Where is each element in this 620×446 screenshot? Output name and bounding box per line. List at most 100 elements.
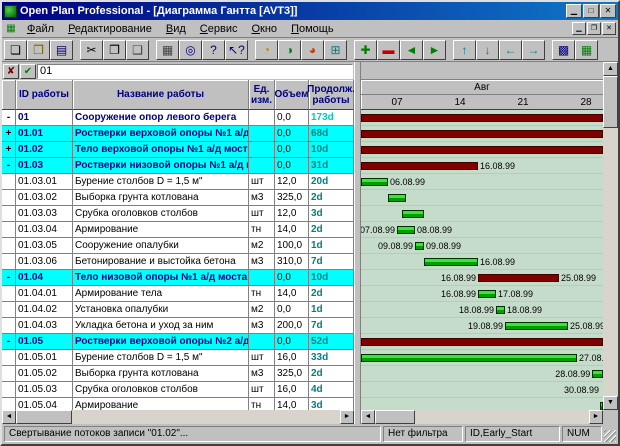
cancel-edit-button[interactable]: ✘ xyxy=(3,64,19,79)
spreadsheet-button[interactable]: ▦ xyxy=(575,40,598,60)
gantt-hscrollbar[interactable]: ◄ ► xyxy=(361,410,603,424)
table-row[interactable]: +01.02Тело верховой опоры №1 а/д моста0,… xyxy=(2,142,354,158)
task-bar[interactable] xyxy=(402,210,425,218)
mdi-close-button[interactable]: ✕ xyxy=(602,22,616,35)
table-row[interactable]: -01.05Ростверки верховой опоры №2 а/д0,0… xyxy=(2,334,354,350)
scroll-left-view-button[interactable]: ← xyxy=(499,40,522,60)
resource-scheduling-button[interactable]: ◑ xyxy=(278,40,301,60)
menu-item[interactable]: Файл xyxy=(20,21,61,37)
unit-column-header[interactable]: Ед. изм. xyxy=(249,80,275,110)
copy-button[interactable]: ❐ xyxy=(103,40,126,60)
task-bar[interactable] xyxy=(424,258,478,266)
summary-bar[interactable] xyxy=(478,274,559,282)
collapse-button[interactable]: ▬ xyxy=(377,40,400,60)
task-bar[interactable] xyxy=(478,290,496,298)
scroll-left-button[interactable]: ◄ xyxy=(361,410,375,424)
pane-splitter[interactable] xyxy=(354,62,361,424)
table-row[interactable]: 01.03.02Выборка грунта котлованам3325,02… xyxy=(2,190,354,206)
paste-button[interactable]: ❑ xyxy=(126,40,149,60)
time-analysis-button[interactable]: ◔ xyxy=(255,40,278,60)
task-bar[interactable] xyxy=(361,178,388,186)
menu-item[interactable]: Вид xyxy=(159,21,193,37)
document-icon[interactable]: ▦ xyxy=(4,22,18,35)
task-bar[interactable] xyxy=(397,226,415,234)
menu-item[interactable]: Помощь xyxy=(284,21,341,37)
context-help-button[interactable]: ↖? xyxy=(225,40,248,60)
menu-item[interactable]: Сервис xyxy=(193,21,245,37)
table-row[interactable]: 01.05.03Срубка оголовков столбовшт16,04d xyxy=(2,382,354,398)
table-row[interactable]: -01Сооружение опор левого берега0,0173d xyxy=(2,110,354,126)
task-bar[interactable] xyxy=(388,194,406,202)
demote-button[interactable]: ► xyxy=(423,40,446,60)
duration-column-header[interactable]: Продолж. работы xyxy=(309,80,354,110)
table-row[interactable]: 01.03.03Срубка оголовков столбовшт12,03d xyxy=(2,206,354,222)
scroll-track[interactable] xyxy=(603,128,618,396)
marker-column-header[interactable] xyxy=(2,80,16,110)
summary-bar[interactable] xyxy=(361,114,603,122)
menu-item[interactable]: Редактирование xyxy=(61,21,159,37)
move-down-button[interactable]: ↓ xyxy=(476,40,499,60)
task-bar[interactable] xyxy=(415,242,424,250)
scroll-thumb[interactable] xyxy=(16,410,72,424)
table-row[interactable]: 01.03.05Сооружение опалубким2100,01d xyxy=(2,238,354,254)
table-hscrollbar[interactable]: ◄ ► xyxy=(2,410,354,424)
resize-grip[interactable] xyxy=(604,430,616,442)
scroll-thumb[interactable] xyxy=(375,410,415,424)
views-button[interactable]: ▩ xyxy=(552,40,575,60)
cut-button[interactable]: ✂ xyxy=(80,40,103,60)
task-bar[interactable] xyxy=(505,322,568,330)
table-row[interactable]: 01.03.04Армированиетн14,02d xyxy=(2,222,354,238)
scroll-right-view-button[interactable]: → xyxy=(522,40,545,60)
table-row[interactable]: 01.03.01Бурение столбов D = 1,5 м"шт12,0… xyxy=(2,174,354,190)
scroll-left-button[interactable]: ◄ xyxy=(2,410,16,424)
close-button[interactable]: ✕ xyxy=(600,4,616,18)
volume-column-header[interactable]: Объем xyxy=(275,80,309,110)
new-button[interactable]: ❏ xyxy=(4,40,27,60)
calculate-button[interactable]: ⊞ xyxy=(324,40,347,60)
move-up-button[interactable]: ↑ xyxy=(453,40,476,60)
scroll-up-button[interactable]: ▲ xyxy=(603,62,618,76)
accept-edit-button[interactable]: ✔ xyxy=(20,64,36,79)
mdi-restore-button[interactable]: ❐ xyxy=(587,22,601,35)
table-row[interactable]: 01.04.03Укладка бетона и уход за нимм320… xyxy=(2,318,354,334)
promote-button[interactable]: ◄ xyxy=(400,40,423,60)
edit-value-input[interactable] xyxy=(37,64,353,79)
minimize-button[interactable]: ▁ xyxy=(566,4,582,18)
expand-button[interactable]: ✚ xyxy=(354,40,377,60)
summary-bar[interactable] xyxy=(361,146,603,154)
open-button[interactable]: ❒ xyxy=(27,40,50,60)
scroll-track[interactable] xyxy=(415,410,589,424)
table-row[interactable]: 01.05.02Выборка грунта котлованам3325,02… xyxy=(2,366,354,382)
save-button[interactable]: ▤ xyxy=(50,40,73,60)
table-row[interactable]: 01.03.06Бетонирование и выстойка бетонам… xyxy=(2,254,354,270)
maximize-button[interactable]: □ xyxy=(583,4,599,18)
summary-bar[interactable] xyxy=(361,130,603,138)
print-button[interactable]: ▦ xyxy=(156,40,179,60)
table-row[interactable]: 01.04.01Армирование телатн14,02d xyxy=(2,286,354,302)
id-column-header[interactable]: ID работы xyxy=(16,80,73,110)
scroll-right-button[interactable]: ► xyxy=(589,410,603,424)
gantt-vscrollbar[interactable]: ▲ ▼ xyxy=(603,62,618,410)
table-row[interactable]: 01.04.02Установка опалубким20,01d xyxy=(2,302,354,318)
table-row[interactable]: -01.03Ростверки низовой опоры №1 а/д м0,… xyxy=(2,158,354,174)
name-column-header[interactable]: Название работы xyxy=(73,80,249,110)
summary-bar[interactable] xyxy=(361,338,603,346)
mdi-minimize-button[interactable]: ▁ xyxy=(572,22,586,35)
scroll-right-button[interactable]: ► xyxy=(340,410,354,424)
task-bar[interactable] xyxy=(361,354,577,362)
task-bar[interactable] xyxy=(496,306,505,314)
scroll-track[interactable] xyxy=(72,410,340,424)
print-preview-button[interactable]: ◎ xyxy=(179,40,202,60)
risk-analysis-button[interactable]: ◕ xyxy=(301,40,324,60)
task-bar[interactable] xyxy=(592,370,603,378)
scroll-down-button[interactable]: ▼ xyxy=(603,396,618,410)
table-row[interactable]: +01.01Ростверки верховой опоры №1 а/д0,0… xyxy=(2,126,354,142)
table-row[interactable]: 01.05.04Армированиетн14,03d xyxy=(2,398,354,410)
help-button[interactable]: ? xyxy=(202,40,225,60)
summary-bar[interactable] xyxy=(361,162,478,170)
table-row[interactable]: 01.05.01Бурение столбов D = 1,5 м"шт16,0… xyxy=(2,350,354,366)
menu-item[interactable]: Окно xyxy=(244,21,284,37)
table-row[interactable]: -01.04Тело низовой опоры №1 а/д моста0,0… xyxy=(2,270,354,286)
scroll-thumb[interactable] xyxy=(603,76,618,128)
app-icon[interactable] xyxy=(4,5,17,18)
